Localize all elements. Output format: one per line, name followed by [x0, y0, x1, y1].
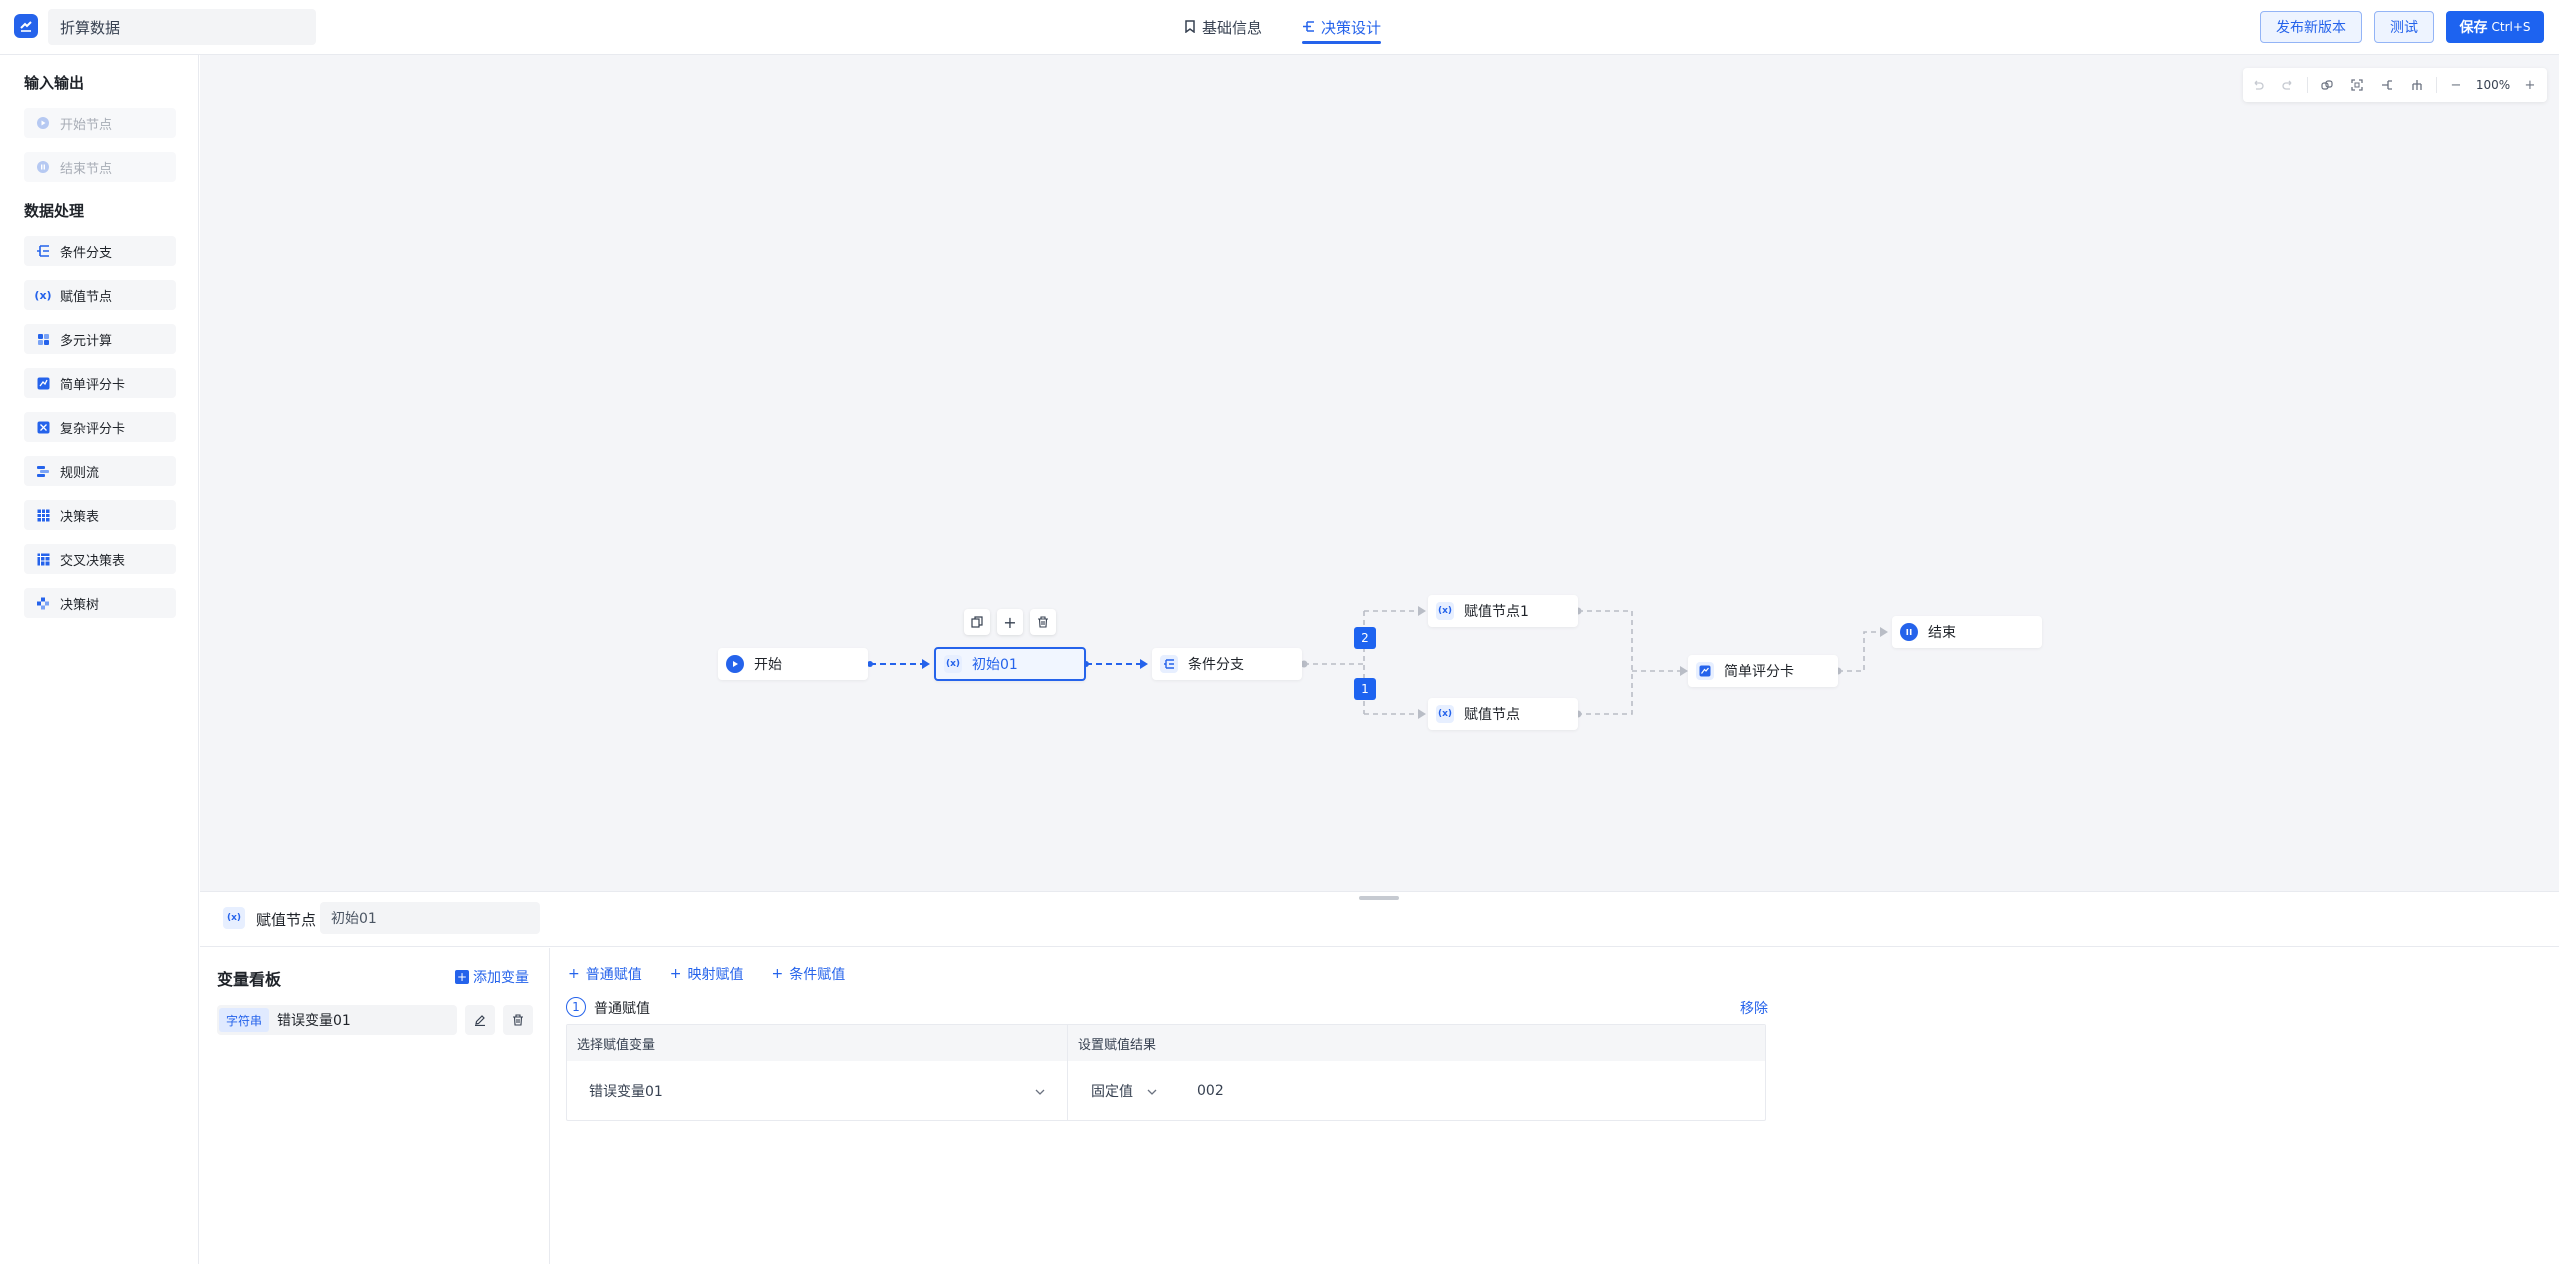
add-condition-assign-button[interactable]: + 条件赋值 [771, 964, 845, 984]
edge-score-end [1838, 631, 1880, 672]
pause-icon [1900, 623, 1918, 641]
plus-icon: + [568, 966, 580, 982]
scorecard-icon [1696, 662, 1714, 680]
assign-tab-label: 映射赋值 [687, 967, 744, 983]
chevron-down-icon [1035, 1083, 1045, 1099]
selected-variable: 错误变量01 [589, 1084, 663, 1100]
add-variable-label: 添加变量 [473, 970, 529, 986]
assign-value-input[interactable]: 002 [1197, 1061, 1737, 1121]
remove-assign-button[interactable]: 移除 [1740, 998, 1768, 1018]
branch-priority-badge[interactable]: 2 [1354, 627, 1376, 649]
copy-node-icon[interactable] [964, 609, 990, 635]
node-branch[interactable]: 条件分支 [1152, 648, 1302, 680]
delete-variable-icon[interactable] [503, 1005, 533, 1035]
plus-icon: + [455, 970, 469, 984]
assign-variable-select[interactable]: 错误变量01 [577, 1061, 1057, 1121]
variable-icon: (x) [1436, 705, 1454, 723]
add-node-icon[interactable]: + [997, 609, 1023, 635]
delete-node-icon[interactable] [1030, 609, 1056, 635]
assign-step-label: 普通赋值 [594, 1001, 650, 1017]
assign-tab-label: 普通赋值 [585, 967, 642, 983]
node-assign-1[interactable]: (x) 赋值节点1 [1428, 595, 1578, 627]
node-name-input[interactable]: 初始01 [320, 902, 540, 934]
play-icon [726, 655, 744, 673]
branch-icon [1160, 655, 1178, 673]
assign-type-tabs: + 普通赋值 + 映射赋值 + 条件赋值 [568, 964, 845, 984]
node-assign-selected[interactable]: (x) 初始01 [934, 647, 1086, 681]
add-normal-assign-button[interactable]: + 普通赋值 [568, 964, 642, 984]
plus-icon: + [669, 966, 682, 982]
node-label: 赋值节点 [1464, 707, 1520, 723]
add-variable-button[interactable]: + 添加变量 [455, 967, 529, 987]
node-label: 条件分支 [1188, 657, 1244, 673]
plus-icon: + [771, 966, 784, 982]
node-simple-scorecard[interactable]: 简单评分卡 [1688, 655, 1838, 687]
branch-priority-badge[interactable]: 1 [1354, 678, 1376, 700]
node-config-header [200, 895, 2559, 947]
value-type-select[interactable]: 固定值 [1079, 1061, 1179, 1121]
node-type-label: 赋值节点 [256, 911, 317, 929]
assign-step-index: 1 [566, 997, 586, 1017]
variable-name: 错误变量01 [277, 1013, 351, 1029]
node-label: 初始01 [972, 657, 1018, 673]
column-header: 设置赋值结果 [1068, 1025, 1765, 1061]
edge-arrow [1140, 659, 1148, 669]
variable-icon: (x) [1436, 602, 1454, 620]
column-divider [1067, 1025, 1068, 1120]
node-label: 结束 [1928, 625, 1956, 641]
edge-arrow [922, 659, 930, 669]
edge-merge [1578, 610, 1680, 715]
column-header: 选择赋值变量 [567, 1025, 1067, 1061]
node-end[interactable]: 结束 [1892, 616, 2042, 648]
variable-icon: (x) [944, 655, 962, 673]
variable-type-tag: 字符串 [219, 1008, 270, 1032]
variable-item[interactable]: 字符串 错误变量01 [217, 1005, 457, 1035]
node-label: 开始 [754, 657, 782, 673]
node-label: 赋值节点1 [1464, 604, 1529, 620]
edit-variable-icon[interactable] [465, 1005, 495, 1035]
variable-board [200, 948, 550, 1264]
assign-tab-label: 条件赋值 [789, 967, 846, 983]
value-type: 固定值 [1091, 1084, 1133, 1100]
assign-table: 选择赋值变量 设置赋值结果 错误变量01 固定值 002 [566, 1024, 1766, 1121]
node-label: 简单评分卡 [1724, 664, 1794, 680]
variable-icon: (x) [223, 907, 245, 929]
chevron-down-icon [1147, 1083, 1157, 1099]
node-start[interactable]: 开始 [718, 648, 868, 680]
variable-board-title: 变量看板 [217, 970, 282, 989]
node-assign-2[interactable]: (x) 赋值节点 [1428, 698, 1578, 730]
add-mapping-assign-button[interactable]: + 映射赋值 [670, 964, 744, 984]
